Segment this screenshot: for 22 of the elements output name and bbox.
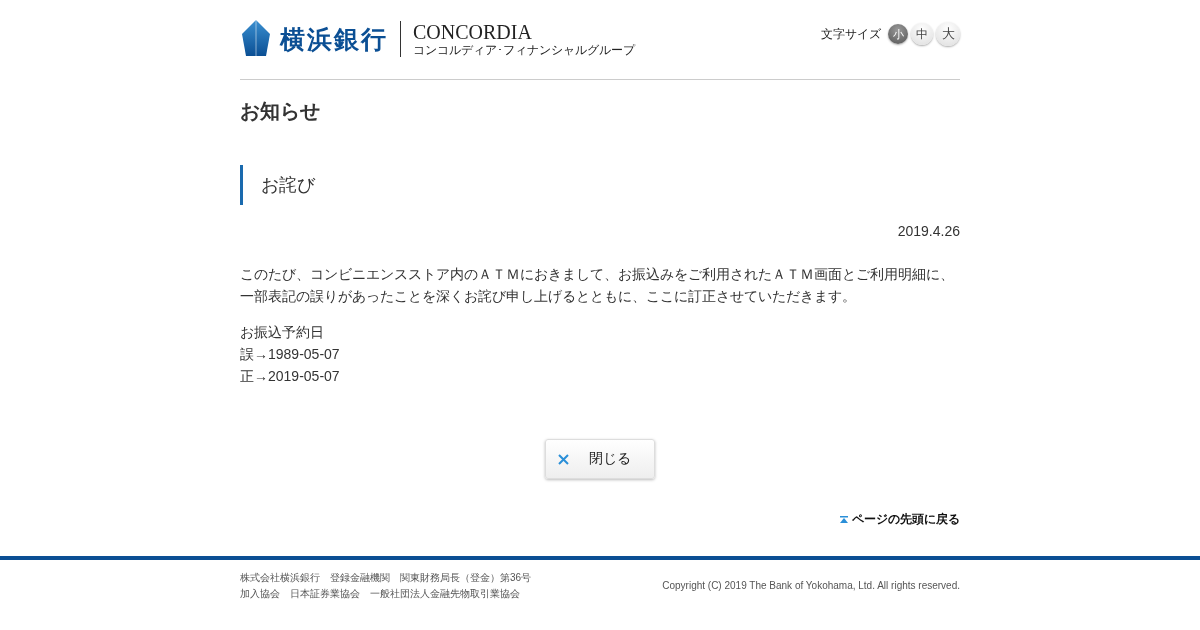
detail-line: お振込予約日	[240, 324, 324, 340]
detail-line: 誤→1989-05-07	[240, 346, 340, 362]
detail-line: 正→2019-05-07	[240, 368, 340, 384]
footer-text: 加入協会 日本証券業協会 一般社団法人金融先物取引業協会	[240, 588, 520, 599]
footer-text: 株式会社横浜銀行 登録金融機関 関東財務局長（登金）第36号	[240, 572, 532, 583]
notice-date: 2019.4.26	[897, 223, 960, 239]
group-subtitle: コンコルディア･フィナンシャルグループ	[413, 42, 635, 58]
font-size-button[interactable]: 中	[911, 23, 933, 45]
page-title: お知らせ	[240, 99, 321, 124]
bank-logo-icon	[242, 20, 270, 58]
copyright-text: Copyright (C) 2019 The Bank of Yokohama, Ltd. All rights reserved.	[662, 579, 960, 593]
font-size-button[interactable]: 小	[888, 24, 908, 44]
back-to-top-link[interactable]: ページの先頭に戻る	[840, 511, 960, 528]
font-size-label: 文字サイズ	[821, 25, 881, 43]
close-button[interactable]: 閉じる	[545, 439, 655, 479]
close-icon	[558, 453, 569, 465]
font-size-button[interactable]: 大	[936, 22, 960, 46]
notice-body: このたび、コンビニエンスストア内のＡＴＭにおきまして、お振込みをご利用されたＡＴＭ画面とご利用明細に、 一部表記の誤りがあったことを深くお詫び申し上げるとともに、ここに訂正させていただきます。	[240, 265, 955, 306]
group-name: CONCORDIA	[413, 20, 533, 43]
notice-heading: お詫び	[240, 165, 960, 205]
up-arrow-icon	[840, 515, 848, 524]
bank-name: 横浜銀行	[280, 23, 388, 55]
